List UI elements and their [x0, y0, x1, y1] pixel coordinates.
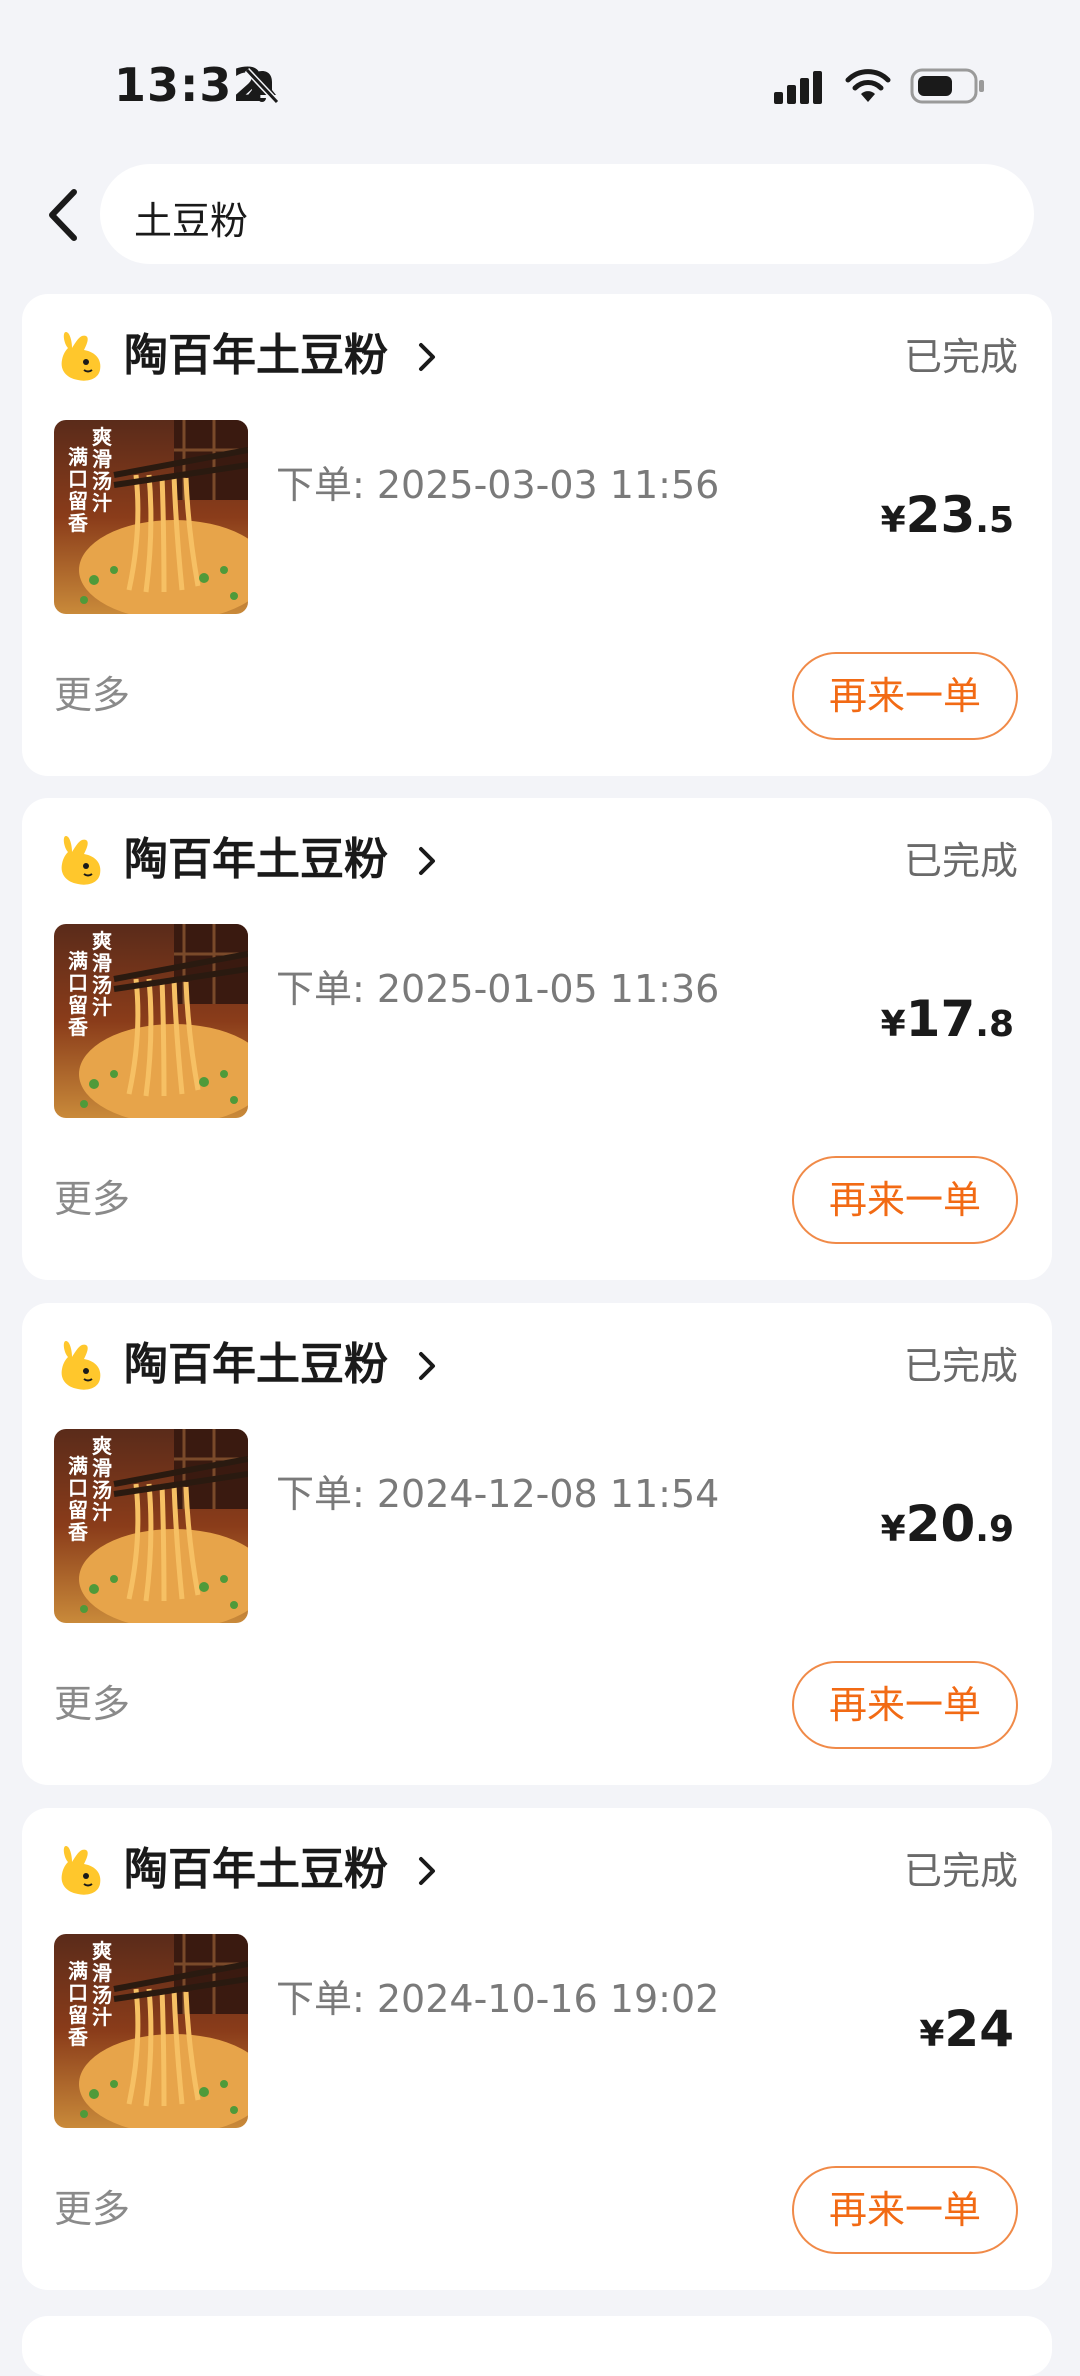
svg-text:滑: 滑 — [92, 1961, 112, 1985]
svg-text:滑: 滑 — [92, 951, 112, 975]
order-time: 下单: 2024-10-16 19:02 — [276, 1977, 720, 2021]
chevron-right-icon[interactable] — [414, 844, 440, 878]
food-image: 爽 滑 汤 汁 满 口 留 香 — [54, 1934, 248, 2128]
svg-text:汁: 汁 — [92, 995, 112, 1019]
svg-text:满: 满 — [68, 1959, 88, 1983]
svg-text:香: 香 — [68, 511, 89, 535]
price-currency: ¥ — [880, 1004, 906, 1045]
food-image: 爽 滑 汤 汁 满 口 留 香 — [54, 1429, 248, 1623]
more-button[interactable]: 更多 — [54, 1174, 130, 1224]
svg-text:留: 留 — [68, 1498, 88, 1522]
order-card[interactable]: 陶百年土豆粉 已完成 — [22, 798, 1052, 1280]
order-status: 已完成 — [903, 839, 1018, 883]
order-card[interactable]: 陶百年土豆粉 已完成 — [22, 1808, 1052, 2290]
order-status: 已完成 — [903, 335, 1018, 379]
svg-text:汤: 汤 — [92, 1478, 112, 1502]
svg-text:汁: 汁 — [92, 491, 112, 515]
order-card-partial — [22, 2316, 1052, 2376]
price-currency: ¥ — [880, 1509, 906, 1550]
food-thumbnail[interactable]: 爽 滑 汤 汁 满 口 留 香 — [54, 420, 248, 614]
shop-name[interactable]: 陶百年土豆粉 — [124, 1842, 388, 1898]
food-image: 爽 滑 汤 汁 满 口 留 香 — [54, 420, 248, 614]
food-thumbnail[interactable]: 爽 滑 汤 汁 满 口 留 香 — [54, 1429, 248, 1623]
signal-icon — [774, 71, 822, 104]
chevron-right-icon[interactable] — [414, 340, 440, 374]
food-thumbnail[interactable]: 爽 滑 汤 汁 满 口 留 香 — [54, 1934, 248, 2128]
svg-text:爽: 爽 — [92, 1434, 112, 1458]
order-price: ¥20.9 — [881, 1495, 1014, 1553]
svg-text:爽: 爽 — [92, 425, 112, 449]
price-integer: 24 — [944, 2000, 1014, 2058]
search-query: 土豆粉 — [134, 199, 249, 243]
shop-name[interactable]: 陶百年土豆粉 — [124, 832, 388, 888]
price-currency: ¥ — [880, 500, 906, 541]
svg-text:汁: 汁 — [92, 2005, 112, 2029]
order-price: ¥24 — [919, 2000, 1014, 2058]
chevron-right-icon[interactable] — [414, 1349, 440, 1383]
svg-text:香: 香 — [68, 1015, 89, 1039]
food-thumbnail[interactable]: 爽 滑 汤 汁 满 口 留 香 — [54, 924, 248, 1118]
order-price: ¥23.5 — [881, 486, 1014, 544]
shop-logo-icon — [61, 332, 101, 381]
svg-text:汤: 汤 — [92, 1983, 112, 2007]
svg-text:留: 留 — [68, 2003, 88, 2027]
chevron-right-icon[interactable] — [414, 1854, 440, 1888]
shop-logo-icon — [61, 1341, 101, 1390]
price-integer: 20 — [905, 1495, 976, 1553]
food-image: 爽 滑 汤 汁 满 口 留 香 — [54, 924, 248, 1118]
shop-logo-icon — [61, 836, 101, 885]
order-time: 下单: 2025-01-05 11:36 — [276, 967, 720, 1011]
wifi-icon — [845, 69, 891, 102]
order-price: ¥17.8 — [881, 990, 1014, 1048]
order-time: 下单: 2025-03-03 11:56 — [276, 463, 720, 507]
price-integer: 23 — [905, 486, 976, 544]
svg-text:汤: 汤 — [92, 469, 112, 493]
order-time: 下单: 2024-12-08 11:54 — [276, 1472, 720, 1516]
reorder-button[interactable]: 再来一单 — [792, 1156, 1018, 1244]
shop-name[interactable]: 陶百年土豆粉 — [124, 1337, 388, 1393]
more-button[interactable]: 更多 — [54, 670, 130, 720]
svg-text:口: 口 — [68, 1981, 88, 2005]
svg-text:滑: 滑 — [92, 1456, 112, 1480]
svg-text:满: 满 — [68, 445, 88, 469]
shop-logo-icon — [61, 1846, 101, 1895]
back-button[interactable] — [36, 182, 92, 248]
shop-name[interactable]: 陶百年土豆粉 — [124, 328, 388, 384]
svg-text:口: 口 — [68, 467, 88, 491]
reorder-button[interactable]: 再来一单 — [792, 2166, 1018, 2254]
svg-text:满: 满 — [68, 1454, 88, 1478]
more-button[interactable]: 更多 — [54, 2184, 130, 2234]
svg-text:留: 留 — [68, 993, 88, 1017]
svg-text:留: 留 — [68, 489, 88, 513]
price-decimal: .9 — [975, 1509, 1014, 1550]
order-status: 已完成 — [903, 1849, 1018, 1893]
battery-icon — [910, 68, 984, 104]
price-integer: 17 — [905, 990, 976, 1048]
svg-text:口: 口 — [68, 1476, 88, 1500]
price-decimal: .8 — [975, 1004, 1014, 1045]
search-input[interactable]: 土豆粉 — [100, 164, 1034, 264]
reorder-button[interactable]: 再来一单 — [792, 1661, 1018, 1749]
order-card[interactable]: 陶百年土豆粉 已完成 — [22, 294, 1052, 776]
order-card[interactable]: 陶百年土豆粉 已完成 — [22, 1303, 1052, 1785]
price-decimal: .5 — [975, 500, 1014, 541]
status-bar: 13:32 — [0, 0, 1080, 150]
more-button[interactable]: 更多 — [54, 1679, 130, 1729]
svg-text:爽: 爽 — [92, 929, 112, 953]
reorder-button[interactable]: 再来一单 — [792, 652, 1018, 740]
svg-text:滑: 滑 — [92, 447, 112, 471]
svg-text:爽: 爽 — [92, 1939, 112, 1963]
svg-text:口: 口 — [68, 971, 88, 995]
svg-text:汁: 汁 — [92, 1500, 112, 1524]
svg-text:满: 满 — [68, 949, 88, 973]
svg-text:汤: 汤 — [92, 973, 112, 997]
price-currency: ¥ — [919, 2014, 945, 2055]
bell-off-icon — [244, 67, 280, 105]
order-status: 已完成 — [903, 1344, 1018, 1388]
svg-text:香: 香 — [68, 2025, 89, 2049]
svg-text:香: 香 — [68, 1520, 89, 1544]
